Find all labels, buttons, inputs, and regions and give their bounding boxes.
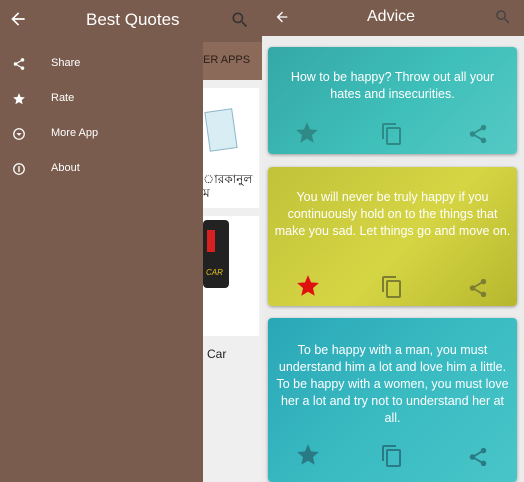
share-icon xyxy=(12,57,26,71)
copy-icon[interactable] xyxy=(380,122,404,151)
drawer-item-label: Rate xyxy=(51,92,75,104)
left-screen: Best Quotes ER APPS ারকানুল ম CAR Car Sh… xyxy=(0,0,262,482)
right-screen: Advice How to be happy? Throw out all yo… xyxy=(262,0,524,482)
quote-card: How to be happy? Throw out all your hate… xyxy=(268,47,517,154)
screen-title: Advice xyxy=(367,8,416,25)
share-icon[interactable] xyxy=(467,123,489,150)
tab-other-apps[interactable]: ER APPS xyxy=(203,54,250,66)
share-icon[interactable] xyxy=(467,446,489,473)
tab-bar: ER APPS xyxy=(203,42,262,80)
thumbnail-accent xyxy=(207,230,215,252)
quote-card: To be happy with a man, you must underst… xyxy=(268,318,517,482)
app-title: Best Quotes xyxy=(86,10,180,29)
drawer-item-rate[interactable]: Rate xyxy=(0,82,203,117)
quote-text: How to be happy? Throw out all your hate… xyxy=(290,70,495,101)
copy-icon[interactable] xyxy=(380,275,404,304)
navigation-drawer: Share Rate More App About xyxy=(0,42,203,482)
quote-card: You will never be truly happy if you con… xyxy=(268,167,517,306)
info-icon xyxy=(12,162,26,176)
thumbnail-label: CAR xyxy=(206,268,223,277)
drawer-item-more-app[interactable]: More App xyxy=(0,117,203,152)
favorite-star-icon[interactable] xyxy=(295,442,321,473)
background-app-content: ER APPS ারকানুল ম CAR Car xyxy=(203,42,262,482)
favorite-star-icon[interactable] xyxy=(295,273,321,304)
search-icon[interactable] xyxy=(230,10,250,30)
app-bar: Advice xyxy=(262,0,524,36)
app-card-title: Car xyxy=(207,347,227,361)
app-thumbnail xyxy=(204,108,238,152)
drawer-item-share[interactable]: Share xyxy=(0,47,203,82)
drawer-item-label: Share xyxy=(51,57,81,69)
search-icon[interactable] xyxy=(494,8,512,26)
quote-text: To be happy with a man, you must underst… xyxy=(276,343,509,425)
app-card-title: ারকানুল ম xyxy=(203,172,253,200)
quote-text: You will never be truly happy if you con… xyxy=(274,190,511,238)
favorite-star-icon[interactable] xyxy=(294,120,320,151)
chevron-circle-icon xyxy=(12,127,26,141)
back-arrow-icon[interactable] xyxy=(8,9,28,29)
star-icon xyxy=(12,92,26,106)
drawer-item-label: About xyxy=(51,162,80,174)
drawer-item-about[interactable]: About xyxy=(0,152,203,187)
drawer-item-label: More App xyxy=(51,127,99,139)
app-thumbnail: CAR xyxy=(203,220,229,288)
back-arrow-icon[interactable] xyxy=(274,9,290,25)
share-icon[interactable] xyxy=(467,277,489,304)
app-bar: Best Quotes xyxy=(0,0,262,42)
copy-icon[interactable] xyxy=(380,444,404,473)
